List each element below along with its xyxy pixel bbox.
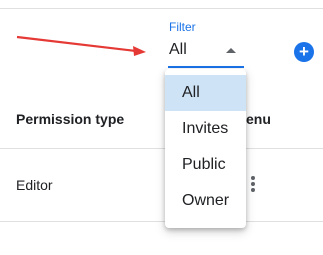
- menu-item-invites[interactable]: Invites: [165, 111, 246, 147]
- filter-selected-value: All: [169, 41, 187, 58]
- filter-dropdown-menu: All Invites Public Owner: [165, 69, 246, 228]
- column-header-permission-type: Permission type: [16, 111, 125, 127]
- plus-icon: +: [299, 42, 309, 61]
- row-divider: [0, 221, 323, 222]
- permission-cell: Editor: [16, 177, 53, 193]
- menu-item-owner[interactable]: Owner: [165, 183, 246, 219]
- header-divider: [0, 148, 323, 149]
- filter-select[interactable]: All: [168, 35, 244, 68]
- more-vert-icon[interactable]: [249, 176, 257, 194]
- menu-item-all[interactable]: All: [165, 75, 246, 111]
- add-button[interactable]: +: [294, 42, 314, 62]
- caret-up-icon: [226, 48, 236, 53]
- column-header-menu: enu: [246, 111, 271, 127]
- filter-label: Filter: [169, 20, 196, 34]
- menu-item-public[interactable]: Public: [165, 147, 246, 183]
- red-arrow-annotation: [16, 35, 146, 56]
